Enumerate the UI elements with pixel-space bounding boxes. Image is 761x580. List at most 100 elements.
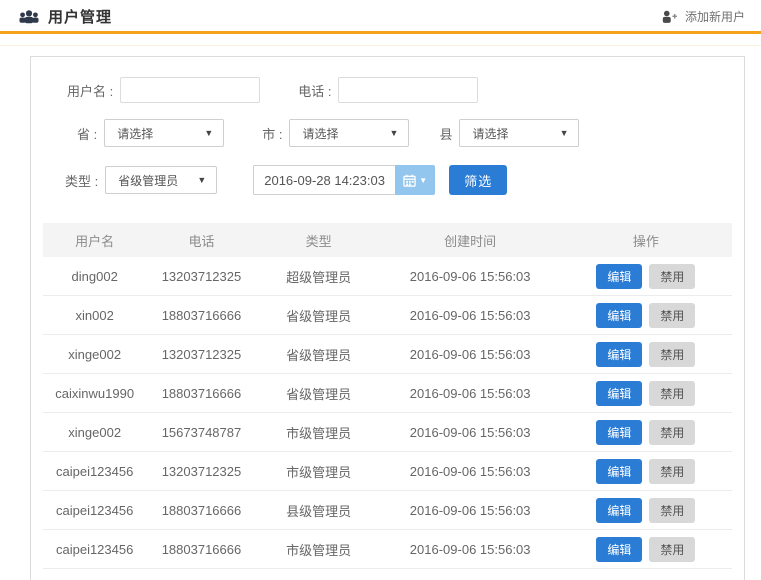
cell-type: 市级管理员 [257,423,381,442]
content-panel: 用户名 : 电话 : 省 : 请选择 ▼ 市 : 请选择 ▼ [30,56,745,580]
phone-field-group: 电话 : [298,77,478,103]
disable-button[interactable]: 禁用 [649,420,695,445]
county-field-group: 县 请选择 ▼ [439,119,579,147]
add-user-button[interactable]: 添加新用户 [661,8,745,25]
cell-username: caixinwu1990 [43,386,146,401]
phone-input[interactable] [338,77,478,103]
datetime-picker-group: 2016-09-28 14:23:03 [253,165,435,195]
col-header-created: 创建时间 [381,231,560,250]
cell-username: caipei123456 [43,464,146,479]
phone-label: 电话 : [298,81,331,100]
chevron-down-icon: ▼ [197,175,206,185]
cell-actions: 编辑 禁用 [560,459,732,484]
cell-phone: 13203712325 [146,464,256,479]
cell-type: 市级管理员 [257,540,381,559]
cell-actions: 编辑 禁用 [560,420,732,445]
type-field-group: 类型 : 省级管理员 ▼ [65,166,217,194]
person-plus-icon [661,10,679,24]
table-row: caipei123456 18803716666 市级管理员 2016-09-0… [43,530,732,569]
filter-submit-button[interactable]: 筛选 [449,165,507,195]
edit-button[interactable]: 编辑 [596,264,642,289]
users-table: 用户名 电话 类型 创建时间 操作 ding002 13203712325 超级… [43,223,732,569]
cell-phone: 18803716666 [146,503,256,518]
disable-button[interactable]: 禁用 [649,498,695,523]
cell-created: 2016-09-06 15:56:03 [381,269,560,284]
table-row: xin002 18803716666 省级管理员 2016-09-06 15:5… [43,296,732,335]
province-select[interactable]: 请选择 ▼ [104,119,224,147]
cell-type: 县级管理员 [257,501,381,520]
disable-button[interactable]: 禁用 [649,537,695,562]
cell-actions: 编辑 禁用 [560,537,732,562]
province-field-group: 省 : 请选择 ▼ [77,119,224,147]
edit-button[interactable]: 编辑 [596,537,642,562]
topbar: 用户管理 添加新用户 [0,0,761,31]
table-header-row: 用户名 电话 类型 创建时间 操作 [43,223,732,257]
cell-created: 2016-09-06 15:56:03 [381,308,560,323]
cell-created: 2016-09-06 15:56:03 [381,464,560,479]
cell-actions: 编辑 禁用 [560,498,732,523]
cell-actions: 编辑 禁用 [560,342,732,367]
county-select[interactable]: 请选择 ▼ [459,119,579,147]
table-row: caipei123456 13203712325 市级管理员 2016-09-0… [43,452,732,491]
users-icon [18,9,40,24]
edit-button[interactable]: 编辑 [596,459,642,484]
edit-button[interactable]: 编辑 [596,498,642,523]
cell-username: xin002 [43,308,146,323]
cell-username: xinge002 [43,347,146,362]
cell-actions: 编辑 禁用 [560,381,732,406]
filter-form: 用户名 : 电话 : 省 : 请选择 ▼ 市 : 请选择 ▼ [31,57,744,195]
cell-username: xinge002 [43,425,146,440]
table-row: caipei123456 18803716666 县级管理员 2016-09-0… [43,491,732,530]
col-header-actions: 操作 [560,231,732,250]
edit-button[interactable]: 编辑 [596,420,642,445]
city-field-group: 市 : 请选择 ▼ [262,119,409,147]
edit-button[interactable]: 编辑 [596,303,642,328]
cell-created: 2016-09-06 15:56:03 [381,542,560,557]
cell-phone: 13203712325 [146,347,256,362]
username-input[interactable] [120,77,260,103]
city-label: 市 : [262,124,282,143]
username-field-group: 用户名 : [67,77,260,103]
edit-button[interactable]: 编辑 [596,342,642,367]
type-select[interactable]: 省级管理员 ▼ [105,166,217,194]
cell-type: 超级管理员 [257,267,381,286]
calendar-icon [403,174,416,187]
cell-created: 2016-09-06 15:56:03 [381,347,560,362]
cell-actions: 编辑 禁用 [560,264,732,289]
province-label: 省 : [77,124,97,143]
city-select[interactable]: 请选择 ▼ [289,119,409,147]
cell-phone: 13203712325 [146,269,256,284]
type-select-value: 省级管理员 [118,172,178,189]
table-row: ding002 13203712325 超级管理员 2016-09-06 15:… [43,257,732,296]
chevron-down-icon: ▼ [560,128,569,138]
cell-phone: 18803716666 [146,542,256,557]
disable-button[interactable]: 禁用 [649,264,695,289]
table-row: caixinwu1990 18803716666 省级管理员 2016-09-0… [43,374,732,413]
col-header-type: 类型 [257,231,381,250]
type-label: 类型 : [65,171,98,190]
edit-button[interactable]: 编辑 [596,381,642,406]
datetime-input[interactable]: 2016-09-28 14:23:03 [253,165,395,195]
cell-created: 2016-09-06 15:56:03 [381,386,560,401]
disable-button[interactable]: 禁用 [649,459,695,484]
chevron-down-icon: ▼ [419,176,427,185]
cell-type: 省级管理员 [257,306,381,325]
table-row: xinge002 15673748787 市级管理员 2016-09-06 15… [43,413,732,452]
cell-username: caipei123456 [43,503,146,518]
cell-phone: 18803716666 [146,386,256,401]
province-select-value: 请选择 [117,125,153,142]
calendar-button[interactable]: ▼ [395,165,435,195]
topbar-title-group: 用户管理 [18,6,112,27]
county-select-value: 请选择 [472,125,508,142]
cell-phone: 15673748787 [146,425,256,440]
city-select-value: 请选择 [302,125,338,142]
col-header-phone: 电话 [146,231,256,250]
disable-button[interactable]: 禁用 [649,342,695,367]
disable-button[interactable]: 禁用 [649,381,695,406]
username-label: 用户名 : [67,81,113,100]
disable-button[interactable]: 禁用 [649,303,695,328]
col-header-username: 用户名 [43,231,146,250]
chevron-down-icon: ▼ [390,128,399,138]
cell-type: 省级管理员 [257,345,381,364]
page-title: 用户管理 [48,6,112,27]
